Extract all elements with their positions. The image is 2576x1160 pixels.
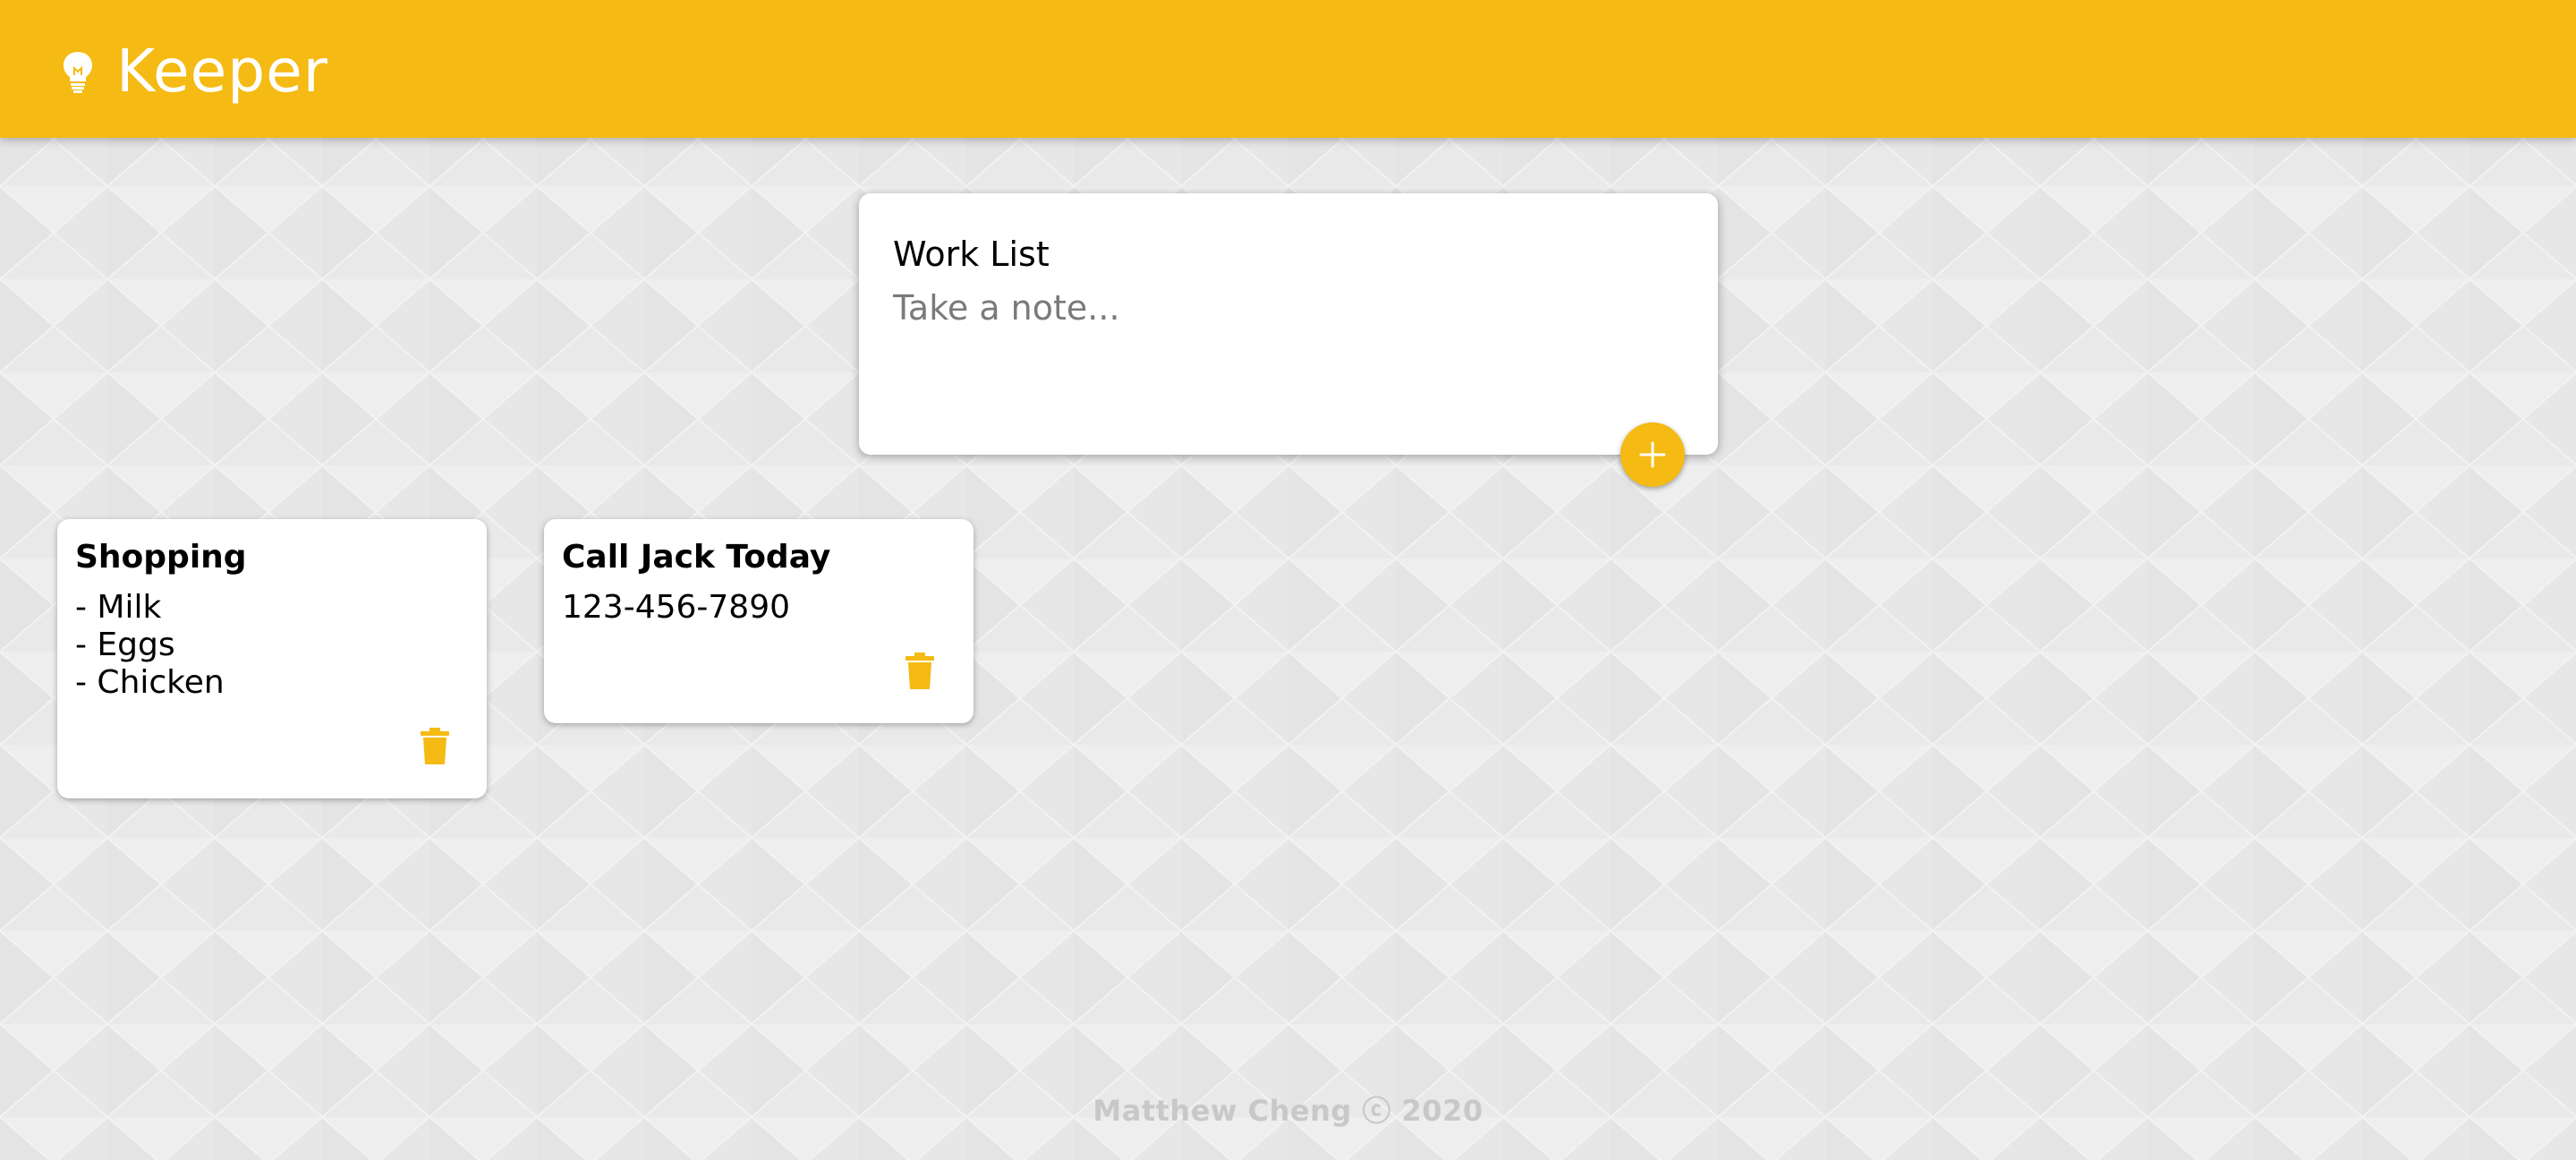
note-card: Call Jack Today 123-456-7890 xyxy=(544,519,973,723)
add-note-button[interactable] xyxy=(1620,422,1685,487)
lightbulb-icon xyxy=(64,52,92,93)
note-title: Call Jack Today xyxy=(562,539,831,576)
app-header: Keeper xyxy=(0,0,2576,138)
note-content: - Milk - Eggs - Chicken xyxy=(75,589,225,701)
delete-note-button[interactable] xyxy=(902,652,938,691)
note-content-input[interactable] xyxy=(893,283,1680,417)
trash-icon xyxy=(905,652,934,689)
note-card: Shopping - Milk - Eggs - Chicken xyxy=(57,519,487,798)
trash-icon xyxy=(421,728,449,764)
create-note-form xyxy=(859,193,1718,455)
note-title: Shopping xyxy=(75,539,247,576)
app-title: Keeper xyxy=(116,37,328,106)
app-footer: Matthew Cheng ⓒ 2020 xyxy=(0,1088,2576,1130)
note-content: 123-456-7890 xyxy=(562,589,791,626)
note-title-input[interactable] xyxy=(893,227,1680,281)
delete-note-button[interactable] xyxy=(417,727,453,766)
plus-icon xyxy=(1639,441,1666,468)
copyright-text: Matthew Cheng ⓒ 2020 xyxy=(1092,1094,1484,1128)
